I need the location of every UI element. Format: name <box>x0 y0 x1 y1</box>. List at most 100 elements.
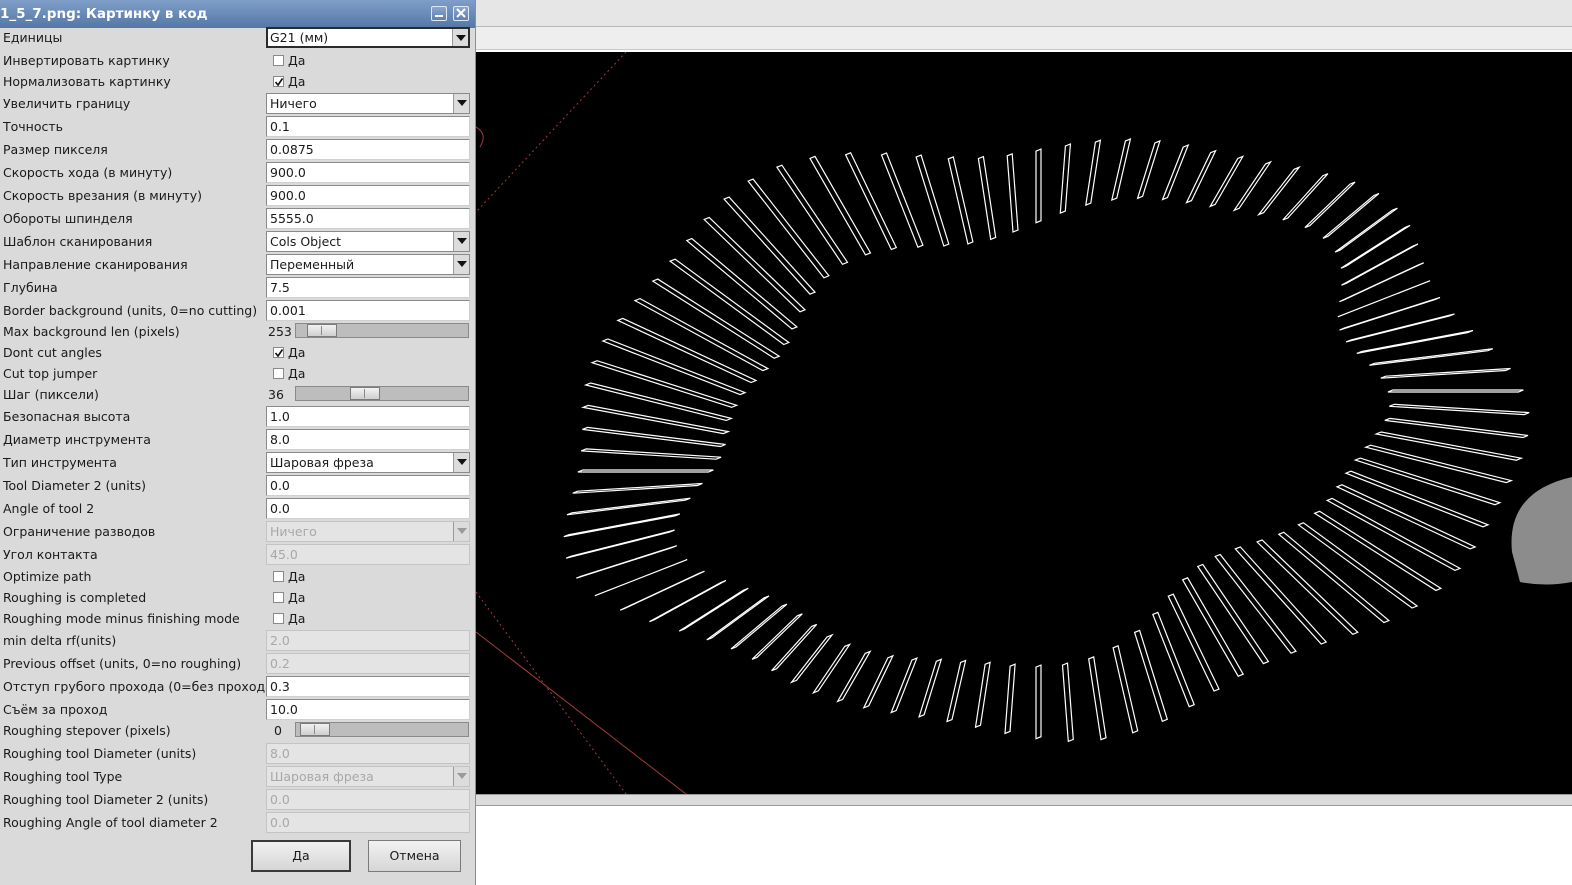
units-dropdown-button[interactable] <box>452 29 468 46</box>
toolpath-stroke <box>1035 148 1042 224</box>
invert-checkbox-label: Да <box>288 53 306 68</box>
toolpath-stroke <box>580 448 722 460</box>
prev-offset-label: Previous offset (units, 0=no roughing) <box>3 656 242 671</box>
field-row-rough-angle2: Roughing Angle of tool diameter 2 0.0 <box>0 812 475 834</box>
toolpath-stroke <box>1389 403 1530 416</box>
prev-offset-input: 0.2 <box>266 653 470 674</box>
rough-depth-input[interactable]: 10.0 <box>266 699 470 720</box>
rough-offset-label: Отступ грубого прохода (0=без прохода) <box>3 679 278 694</box>
tolerance-input[interactable]: 0.1 <box>266 116 470 137</box>
rough-tool-diam2-input: 0.0 <box>266 789 470 810</box>
field-row-scan-direction: Направление сканирования Переменный <box>0 254 475 276</box>
canvas-scrollbar[interactable] <box>476 794 1572 806</box>
step-slider[interactable] <box>295 386 469 401</box>
tool-angle2-input[interactable]: 0.0 <box>266 498 470 519</box>
step-slider-thumb[interactable] <box>350 387 380 400</box>
optimize-path-checkbox-label: Да <box>288 569 306 584</box>
rough-offset-input[interactable]: 0.3 <box>266 676 470 697</box>
toolpath-stroke <box>651 278 781 359</box>
min-delta-label: min delta rf(units) <box>3 633 117 648</box>
chevron-down-icon <box>457 261 467 267</box>
toolpath-stroke <box>649 579 727 623</box>
units-selected-value: G21 (мм) <box>270 30 329 45</box>
tool-type-select[interactable]: Шаровая фреза <box>266 452 470 473</box>
field-row-max-bg-len: Max background len (pixels) 253 <box>0 321 475 343</box>
optimize-path-checkbox[interactable] <box>273 571 284 582</box>
toolpath-stroke <box>890 657 918 714</box>
units-select[interactable]: G21 (мм) <box>266 27 470 48</box>
chevron-down-icon <box>457 459 467 465</box>
toolpath-stroke <box>678 587 749 632</box>
safety-height-input[interactable]: 1.0 <box>266 406 470 427</box>
toolpath-stroke <box>844 152 898 251</box>
normalize-label: Нормализовать картинку <box>3 74 171 89</box>
minimize-button[interactable] <box>431 6 447 21</box>
toolpath-stroke <box>572 482 703 494</box>
feed-rate-label: Скорость хода (в минуту) <box>3 165 173 180</box>
contact-angle-input: 45.0 <box>266 544 470 565</box>
rough-angle2-input: 0.0 <box>266 812 470 833</box>
tool-type-selected-value: Шаровая фреза <box>270 455 374 470</box>
max-bg-len-slider-thumb[interactable] <box>307 324 337 337</box>
field-row-prev-offset: Previous offset (units, 0=no roughing) 0.… <box>0 653 475 675</box>
toolpath-stroke <box>577 469 714 473</box>
field-row-depth: Глубина 7.5 <box>0 277 475 299</box>
expand-dropdown-button[interactable] <box>453 94 469 113</box>
toolpath-stroke <box>918 658 943 718</box>
rough-stepover-slider-thumb[interactable] <box>300 723 330 736</box>
scan-pattern-dropdown-button[interactable] <box>453 232 469 251</box>
invert-label: Инвертировать картинку <box>3 53 170 68</box>
dont-cut-angles-label: Dont cut angles <box>3 345 102 360</box>
scan-pattern-selected-value: Cols Object <box>270 234 342 249</box>
roughing-completed-checkbox-label: Да <box>288 590 306 605</box>
roughing-completed-checkbox[interactable] <box>273 592 284 603</box>
field-row-expand: Увеличить границу Ничего <box>0 93 475 115</box>
feed-rate-input[interactable]: 900.0 <box>266 162 470 183</box>
tool-diameter-input[interactable]: 8.0 <box>266 429 470 450</box>
depth-input[interactable]: 7.5 <box>266 277 470 298</box>
scan-direction-select[interactable]: Переменный <box>266 254 470 275</box>
toolpath-stroke <box>1214 553 1297 654</box>
scan-direction-dropdown-button[interactable] <box>453 255 469 274</box>
pixel-size-input[interactable]: 0.0875 <box>266 139 470 160</box>
border-bg-label: Border background (units, 0=no cutting) <box>3 303 258 318</box>
field-row-rough-tool-diam2: Roughing tool Diameter 2 (units) 0.0 <box>0 789 475 811</box>
tool-type-dropdown-button[interactable] <box>453 453 469 472</box>
toolpath-stroke <box>974 661 991 729</box>
plunge-rate-input[interactable]: 900.0 <box>266 185 470 206</box>
ok-button[interactable]: Да <box>251 840 351 872</box>
scan-pattern-select[interactable]: Cols Object <box>266 231 470 252</box>
roughing-minus-checkbox[interactable] <box>273 613 284 624</box>
tool-diameter2-input[interactable]: 0.0 <box>266 475 470 496</box>
chevron-down-icon <box>457 238 467 244</box>
dialog-titlebar[interactable]: 1_5_7.png: Картинку в код <box>0 0 475 28</box>
spindle-input[interactable]: 5555.0 <box>266 208 470 229</box>
boundary-line <box>476 591 627 794</box>
rough-stepover-slider[interactable] <box>295 722 469 737</box>
spindle-label: Обороты шпинделя <box>3 211 133 226</box>
toolpath-stroke <box>1133 629 1169 723</box>
boundary-line <box>476 631 687 794</box>
cancel-button[interactable]: Отмена <box>368 840 461 872</box>
expand-select[interactable]: Ничего <box>266 93 470 114</box>
toolpath-stroke <box>947 156 974 245</box>
field-row-rough-offset: Отступ грубого прохода (0=без прохода) 0.… <box>0 676 475 698</box>
field-row-tool-angle2: Angle of tool 2 0.0 <box>0 498 475 520</box>
depth-label: Глубина <box>3 280 58 295</box>
normalize-checkbox[interactable] <box>273 76 284 87</box>
toolpath-stroke <box>1374 431 1524 461</box>
close-button[interactable] <box>453 6 469 21</box>
toolpath-stroke <box>1059 143 1072 215</box>
max-bg-len-slider[interactable] <box>295 323 469 338</box>
toolpath-preview-canvas[interactable] <box>476 52 1572 794</box>
dont-cut-angles-checkbox[interactable] <box>273 347 284 358</box>
toolpath-stroke <box>1282 173 1329 221</box>
max-bg-len-label: Max background len (pixels) <box>3 324 180 339</box>
border-bg-input[interactable]: 0.001 <box>266 300 470 321</box>
invert-checkbox[interactable] <box>273 55 284 66</box>
cut-top-jumper-checkbox[interactable] <box>273 368 284 379</box>
toolpath-stroke <box>1384 417 1529 439</box>
field-row-tool-diameter: Диаметр инструмента 8.0 <box>0 429 475 451</box>
step-value: 36 <box>268 387 284 402</box>
rough-tool-type-select: Шаровая фреза <box>266 766 470 787</box>
